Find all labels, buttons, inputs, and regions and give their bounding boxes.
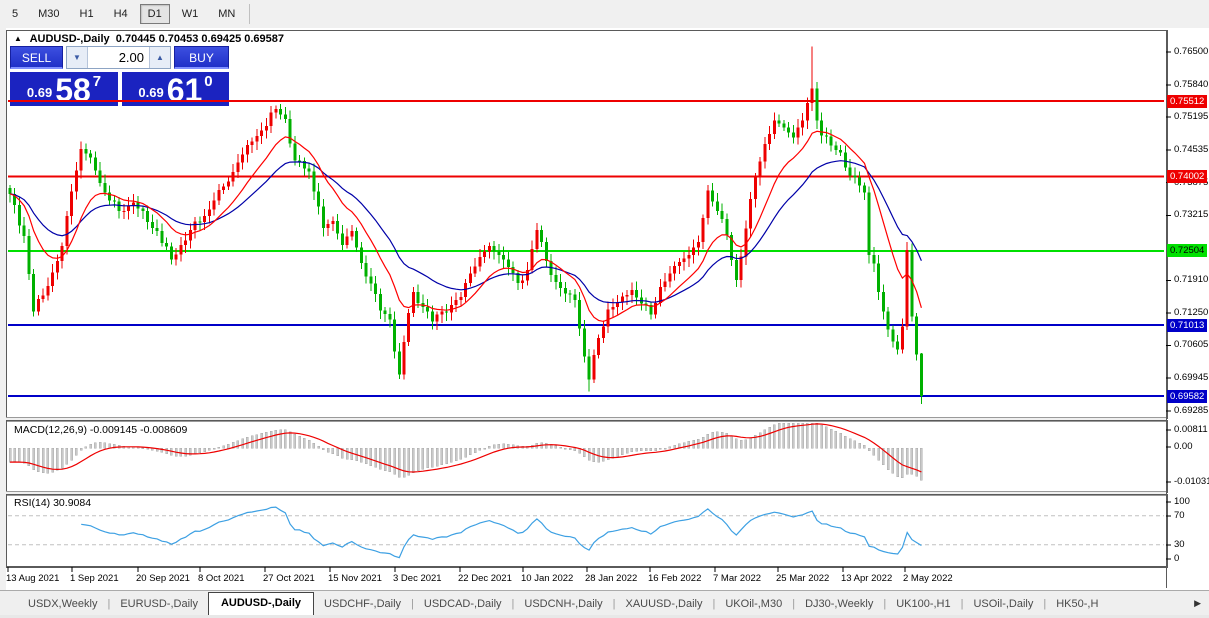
rsi-tick-label: 30 xyxy=(1174,539,1185,550)
date-tick-label: 20 Sep 2021 xyxy=(136,573,190,584)
tab-usoil-daily[interactable]: USOil-,Daily xyxy=(963,594,1043,615)
volume-input[interactable] xyxy=(88,47,149,68)
price-tick-label: 0.76500 xyxy=(1174,46,1208,57)
price-tick-label: 0.75195 xyxy=(1174,111,1208,122)
timeframe-button-h4[interactable]: H4 xyxy=(106,4,136,24)
volume-increase-icon[interactable]: ▲ xyxy=(149,47,170,68)
date-tick-label: 28 Jan 2022 xyxy=(585,573,637,584)
date-tick-label: 2 May 2022 xyxy=(903,573,953,584)
one-click-trading-panel: SELL ▼ ▲ BUY 0.69 58 7 0.69 61 0 xyxy=(10,46,229,106)
price-level-badge: 0.74002 xyxy=(1167,170,1207,183)
tab-dj30-weekly[interactable]: DJ30-,Weekly xyxy=(795,594,883,615)
date-tick-label: 7 Mar 2022 xyxy=(713,573,761,584)
toolbar-separator xyxy=(249,4,250,24)
date-tick-label: 1 Sep 2021 xyxy=(70,573,119,584)
buy-price-display[interactable]: 0.69 61 0 xyxy=(122,72,229,106)
date-tick-label: 22 Dec 2021 xyxy=(458,573,512,584)
timeframe-button-5[interactable]: 5 xyxy=(4,4,26,24)
date-tick-label: 10 Jan 2022 xyxy=(521,573,573,584)
timeframe-button-d1[interactable]: D1 xyxy=(140,4,170,24)
tab-usdcad-daily[interactable]: USDCAD-,Daily xyxy=(414,594,512,615)
tab-eurusd-daily[interactable]: EURUSD-,Daily xyxy=(110,594,208,615)
chart-title: ▲ AUDUSD-,Daily 0.70445 0.70453 0.69425 … xyxy=(14,33,284,45)
symbol-tab-bar: USDX,Weekly|EURUSD-,DailyAUDUSD-,DailyUS… xyxy=(0,590,1209,615)
macd-tick-label: -0.010315 xyxy=(1174,476,1209,487)
macd-label: MACD(12,26,9) -0.009145 -0.008609 xyxy=(14,424,187,436)
date-tick-label: 13 Apr 2022 xyxy=(841,573,892,584)
buy-price-big: 61 xyxy=(167,76,203,104)
buy-price-prefix: 0.69 xyxy=(138,85,163,100)
tab-xauusd-daily[interactable]: XAUUSD-,Daily xyxy=(615,594,712,615)
mt4-trading-platform: { "toolbar": { "timeframes": [ {"label":… xyxy=(0,0,1209,618)
price-tick-label: 0.74535 xyxy=(1174,144,1208,155)
macd-tick-label: 0.00811 xyxy=(1174,424,1208,435)
timeframe-button-m30[interactable]: M30 xyxy=(30,4,67,24)
timeframe-button-w1[interactable]: W1 xyxy=(174,4,207,24)
price-axis-line xyxy=(1166,30,1167,588)
date-tick-label: 3 Dec 2021 xyxy=(393,573,442,584)
sell-price-display[interactable]: 0.69 58 7 xyxy=(10,72,118,106)
tab-ukoil-m30[interactable]: UKOil-,M30 xyxy=(715,594,792,615)
date-tick-label: 25 Mar 2022 xyxy=(776,573,829,584)
price-tick-label: 0.70605 xyxy=(1174,339,1208,350)
tab-usdchf-daily[interactable]: USDCHF-,Daily xyxy=(314,594,411,615)
tab-uk100-h1[interactable]: UK100-,H1 xyxy=(886,594,960,615)
tab-hk50-h[interactable]: HK50-,H xyxy=(1046,594,1108,615)
tab-usdx-weekly[interactable]: USDX,Weekly xyxy=(18,594,107,615)
rsi-label: RSI(14) 30.9084 xyxy=(14,497,91,509)
rsi-tick-label: 0 xyxy=(1174,553,1179,564)
rsi-tick-label: 100 xyxy=(1174,496,1190,507)
symbol-title: AUDUSD-,Daily xyxy=(30,33,110,45)
rsi-pane xyxy=(6,494,1168,568)
timeframe-button-mn[interactable]: MN xyxy=(210,4,243,24)
price-level-badge: 0.75512 xyxy=(1167,95,1207,108)
buy-button[interactable]: BUY xyxy=(174,46,229,69)
volume-stepper: ▼ ▲ xyxy=(66,46,171,69)
rsi-tick-label: 70 xyxy=(1174,510,1185,521)
date-tick-label: 16 Feb 2022 xyxy=(648,573,701,584)
sell-price-prefix: 0.69 xyxy=(27,85,52,100)
price-level-badge: 0.71013 xyxy=(1167,319,1207,332)
tab-scroll-right-icon[interactable]: ▶ xyxy=(1194,598,1209,615)
sell-price-sup: 7 xyxy=(93,73,101,90)
collapse-trade-panel-icon[interactable]: ▲ xyxy=(14,34,22,43)
price-tick-label: 0.75840 xyxy=(1174,79,1208,90)
sell-button[interactable]: SELL xyxy=(10,46,63,69)
timeframe-button-h1[interactable]: H1 xyxy=(72,4,102,24)
macd-tick-label: 0.00 xyxy=(1174,441,1193,452)
price-tick-label: 0.69285 xyxy=(1174,405,1208,416)
price-level-badge: 0.72504 xyxy=(1167,244,1207,257)
timeframe-toolbar: 5M30H1H4D1W1MN xyxy=(0,0,1209,29)
buy-price-sup: 0 xyxy=(204,73,212,90)
date-tick-label: 8 Oct 2021 xyxy=(198,573,244,584)
sell-price-big: 58 xyxy=(55,76,91,104)
date-tick-label: 13 Aug 2021 xyxy=(6,573,59,584)
date-tick-label: 15 Nov 2021 xyxy=(328,573,382,584)
ohlc-values: 0.70445 0.70453 0.69425 0.69587 xyxy=(116,33,284,45)
tab-audusd-daily[interactable]: AUDUSD-,Daily xyxy=(208,592,314,615)
date-tick-label: 27 Oct 2021 xyxy=(263,573,315,584)
price-tick-label: 0.69945 xyxy=(1174,372,1208,383)
tab-usdcnh-daily[interactable]: USDCNH-,Daily xyxy=(514,594,612,615)
price-tick-label: 0.73215 xyxy=(1174,209,1208,220)
price-tick-label: 0.71910 xyxy=(1174,274,1208,285)
price-tick-label: 0.71250 xyxy=(1174,307,1208,318)
volume-decrease-icon[interactable]: ▼ xyxy=(67,47,88,68)
price-level-badge: 0.69582 xyxy=(1167,390,1207,403)
axis-separator xyxy=(6,566,1166,567)
